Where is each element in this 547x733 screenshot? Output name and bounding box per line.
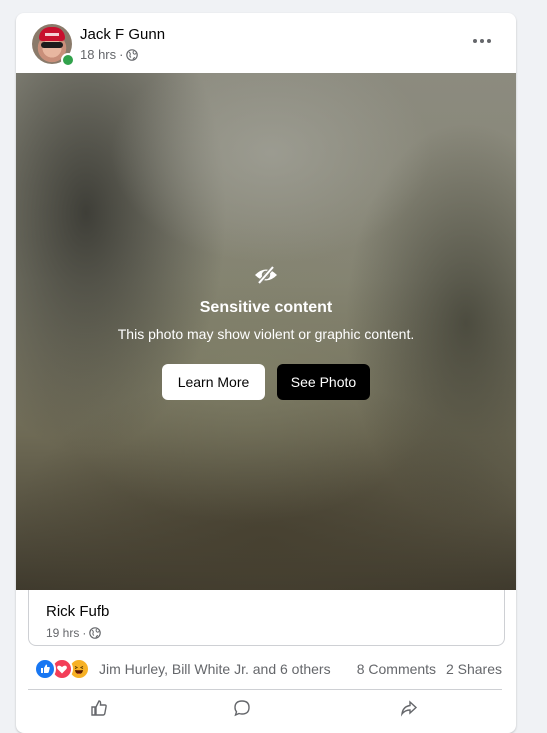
more-dot bbox=[473, 39, 477, 43]
action-row bbox=[28, 697, 502, 727]
more-dot bbox=[480, 39, 484, 43]
share-icon[interactable] bbox=[400, 699, 418, 717]
more-options-button[interactable] bbox=[468, 27, 496, 55]
meta-separator: · bbox=[119, 47, 124, 62]
post-author-name[interactable]: Jack F Gunn bbox=[80, 26, 165, 44]
blurred-photo: Sensitive content This photo may show vi… bbox=[16, 73, 516, 590]
shares-count[interactable]: 2 Shares bbox=[446, 661, 502, 677]
post-meta: 18 hrs · bbox=[80, 47, 139, 63]
avatar-cap bbox=[39, 27, 65, 41]
reaction-names[interactable]: Jim Hurley, Bill White Jr. and 6 others bbox=[99, 661, 331, 677]
post-header: Jack F Gunn 18 hrs · bbox=[16, 13, 516, 73]
comments-count[interactable]: 8 Comments bbox=[357, 661, 436, 677]
online-status-dot bbox=[61, 53, 75, 67]
eye-slash-icon bbox=[255, 265, 277, 285]
globe-icon[interactable] bbox=[126, 49, 139, 61]
post-timestamp[interactable]: 18 hrs bbox=[80, 47, 116, 63]
engagement-counts: 8 Comments 2 Shares bbox=[351, 661, 502, 677]
post-card: Jack F Gunn 18 hrs · Sensitive content T… bbox=[16, 13, 516, 733]
reactions-bar: Jim Hurley, Bill White Jr. and 6 others … bbox=[34, 658, 504, 680]
comment-icon[interactable] bbox=[233, 699, 251, 717]
sensitive-description: This photo may show violent or graphic c… bbox=[117, 326, 415, 342]
shared-meta: 19 hrs · bbox=[46, 626, 102, 640]
shared-post-attribution[interactable]: Rick Fufb 19 hrs · bbox=[28, 590, 505, 646]
globe-icon[interactable] bbox=[89, 627, 102, 639]
more-dot bbox=[487, 39, 491, 43]
meta-separator: · bbox=[82, 626, 87, 640]
avatar-glasses bbox=[41, 42, 63, 48]
shared-timestamp[interactable]: 19 hrs bbox=[46, 626, 79, 640]
shared-author-name[interactable]: Rick Fufb bbox=[46, 603, 109, 620]
action-divider bbox=[28, 689, 502, 690]
like-reaction-icon[interactable] bbox=[34, 658, 56, 680]
sensitive-title: Sensitive content bbox=[199, 299, 333, 316]
see-photo-button[interactable]: See Photo bbox=[277, 364, 370, 400]
learn-more-button[interactable]: Learn More bbox=[162, 364, 265, 400]
like-icon[interactable] bbox=[90, 699, 108, 717]
